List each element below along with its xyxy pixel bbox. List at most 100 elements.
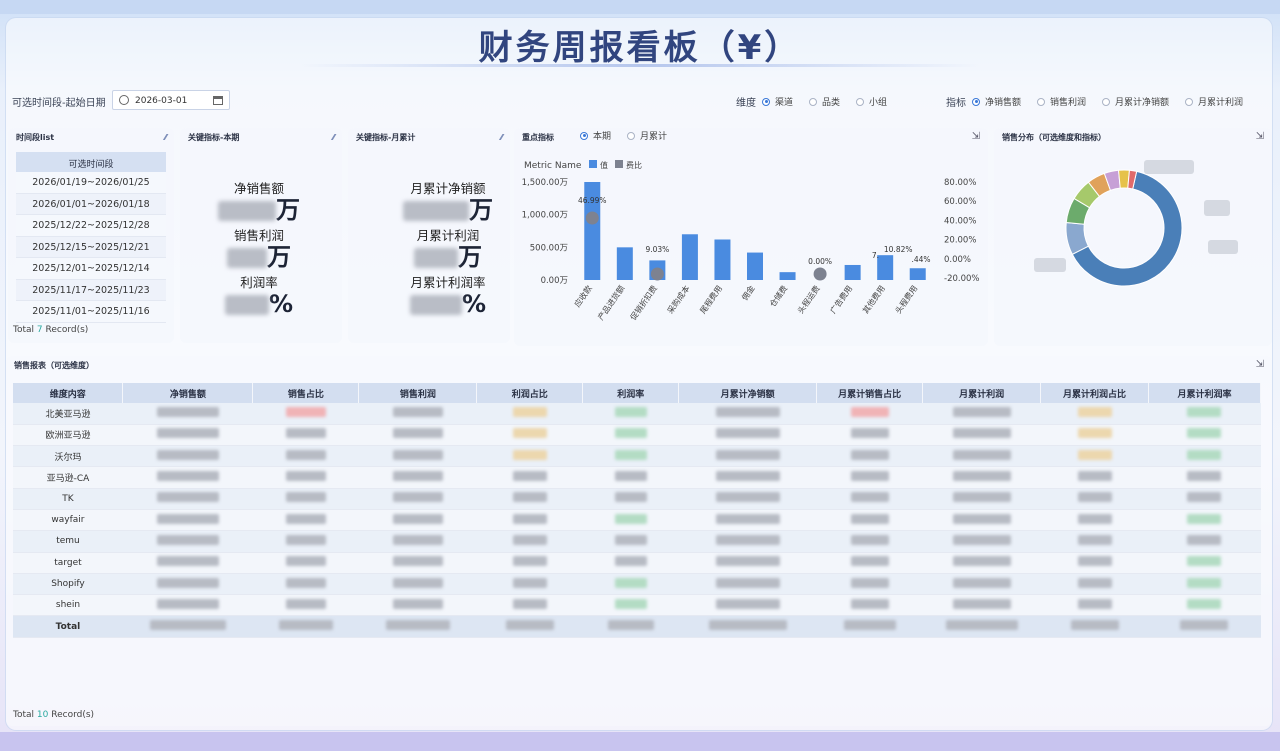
data-label: 9.03% xyxy=(645,245,669,254)
masked-cell xyxy=(122,573,253,596)
period-item[interactable]: 2026/01/19~2026/01/25 xyxy=(16,172,166,194)
masked-cell xyxy=(476,573,583,596)
masked-cell xyxy=(816,552,923,574)
table-row[interactable]: Shopify xyxy=(13,573,1261,596)
masked-cell xyxy=(358,615,477,638)
column-header[interactable]: 销售利润 xyxy=(358,383,478,403)
kpi-label: 月累计净销额 xyxy=(410,181,486,196)
metric-radio-month-profit[interactable]: 月累计利润 xyxy=(1185,95,1243,108)
table-row[interactable]: Total xyxy=(13,615,1261,638)
row-dimension: temu xyxy=(13,530,123,553)
column-header[interactable]: 月累计销售占比 xyxy=(816,383,924,403)
masked-cell xyxy=(922,403,1041,425)
masked-cell xyxy=(582,615,679,638)
column-header[interactable]: 利润占比 xyxy=(476,383,584,403)
bar xyxy=(877,255,894,280)
masked-cell xyxy=(122,509,253,532)
table-row[interactable]: 沃尔玛 xyxy=(13,445,1261,468)
x-tick-label: 仓储费 xyxy=(767,283,789,308)
row-dimension: wayfair xyxy=(13,509,123,532)
masked-cell xyxy=(922,445,1041,468)
bar xyxy=(714,239,731,280)
metric-radio-profit[interactable]: 销售利润 xyxy=(1037,95,1086,108)
toggle-current[interactable]: 本期 xyxy=(580,129,611,142)
calendar-icon[interactable] xyxy=(213,96,223,105)
table-row[interactable]: wayfair xyxy=(13,509,1261,532)
column-header[interactable]: 月累计净销额 xyxy=(678,383,818,403)
kpi-value: 万 xyxy=(184,197,334,223)
masked-cell xyxy=(252,615,359,638)
masked-cell xyxy=(1148,594,1261,617)
masked-cell xyxy=(358,424,477,447)
row-dimension: shein xyxy=(13,594,123,617)
table-row[interactable]: TK xyxy=(13,488,1261,510)
masked-cell xyxy=(678,488,817,510)
masked-cell xyxy=(1040,466,1149,489)
table-row[interactable]: target xyxy=(13,552,1261,574)
chart-tool-icon[interactable]: ⇲ xyxy=(972,131,980,142)
table-row[interactable]: 欧洲亚马逊 xyxy=(13,424,1261,447)
column-header[interactable]: 销售占比 xyxy=(252,383,360,403)
dimension-group: 维度 渠道 品类 小组 xyxy=(736,94,903,109)
table-row[interactable]: temu xyxy=(13,530,1261,553)
masked-cell xyxy=(816,573,923,596)
masked-cell xyxy=(582,552,679,574)
column-header[interactable]: 利润率 xyxy=(582,383,680,403)
table-row[interactable]: shein xyxy=(13,594,1261,617)
kpi-month-panel: 关键指标-月累计 ⁄⁄⁄⁄⁄ 月累计净销额 万 月累计利润 万 月累计利润率 % xyxy=(348,128,510,343)
period-item[interactable]: 2025/12/15~2025/12/21 xyxy=(16,236,166,258)
dimension-radio-team[interactable]: 小组 xyxy=(856,95,887,108)
masked-cell xyxy=(678,445,817,468)
metric-label: 指标 xyxy=(946,98,966,109)
masked-cell xyxy=(1148,552,1261,574)
date-picker[interactable]: 2026-03-01 xyxy=(112,90,230,110)
masked-cell xyxy=(476,488,583,510)
column-header[interactable]: 月累计利润率 xyxy=(1148,383,1262,403)
column-header[interactable]: 维度内容 xyxy=(13,383,124,403)
x-tick-label: 其他费用 xyxy=(860,283,887,315)
table-row[interactable]: 北美亚马逊 xyxy=(13,403,1261,425)
toggle-month[interactable]: 月累计 xyxy=(627,129,667,142)
masked-cell xyxy=(252,445,359,468)
masked-cell xyxy=(358,573,477,596)
masked-cell xyxy=(358,530,477,553)
row-dimension: Shopify xyxy=(13,573,123,596)
masked-cell xyxy=(816,594,923,617)
column-header[interactable]: 净销售额 xyxy=(122,383,254,403)
masked-cell xyxy=(476,615,583,638)
period-item[interactable]: 2026/01/01~2026/01/18 xyxy=(16,193,166,215)
period-item[interactable]: 2025/12/22~2025/12/28 xyxy=(16,215,166,237)
masked-cell xyxy=(358,509,477,532)
dimension-radio-channel[interactable]: 渠道 xyxy=(762,95,793,108)
chart-tool-icon[interactable]: ⇲ xyxy=(1256,131,1264,142)
title-underline xyxy=(300,64,980,67)
masked-cell xyxy=(252,509,359,532)
table-tool-icon[interactable]: ⇲ xyxy=(1256,359,1264,370)
date-value: 2026-03-01 xyxy=(135,96,188,106)
masked-cell xyxy=(582,445,679,468)
filter-row: 可选时间段-起始日期 2026-03-01 维度 渠道 品类 小组 指标 净销售… xyxy=(12,89,1268,111)
period-item[interactable]: 2025/11/01~2025/11/16 xyxy=(16,301,166,323)
data-label: 46.99% xyxy=(578,196,607,205)
dimension-label: 维度 xyxy=(736,98,756,109)
table-row[interactable]: 亚马逊-CA xyxy=(13,466,1261,489)
column-header[interactable]: 月累计利润占比 xyxy=(1040,383,1149,403)
metric-radio-net-sales[interactable]: 净销售额 xyxy=(972,95,1021,108)
metric-radio-month-net[interactable]: 月累计净销额 xyxy=(1102,95,1169,108)
key-metrics-toggle: 本期 月累计 xyxy=(580,129,683,142)
masked-cell xyxy=(122,552,253,574)
period-item[interactable]: 2025/11/17~2025/11/23 xyxy=(16,279,166,301)
masked-cell xyxy=(252,552,359,574)
column-header[interactable]: 月累计利润 xyxy=(922,383,1042,403)
period-list: 2026/01/19~2026/01/25 2026/01/01~2026/01… xyxy=(16,172,166,323)
kpi-value: % xyxy=(184,291,334,317)
x-tick-label: 佣金 xyxy=(739,283,756,302)
masked-cell xyxy=(582,466,679,489)
dimension-radio-category[interactable]: 品类 xyxy=(809,95,840,108)
masked-cell xyxy=(358,445,477,468)
period-item[interactable]: 2025/12/01~2025/12/14 xyxy=(16,258,166,280)
panel-decoration: ⁄⁄⁄⁄⁄ xyxy=(332,133,335,142)
period-panel: 时间段list ⁄⁄⁄⁄⁄ 可选时间段 2026/01/19~2026/01/2… xyxy=(8,128,174,343)
key-metrics-panel: 重点指标 本期 月累计 ⇲ Metric Name 值 费比 0.00万 500.00万… xyxy=(514,128,988,346)
kpi-value: 万 xyxy=(184,244,334,270)
